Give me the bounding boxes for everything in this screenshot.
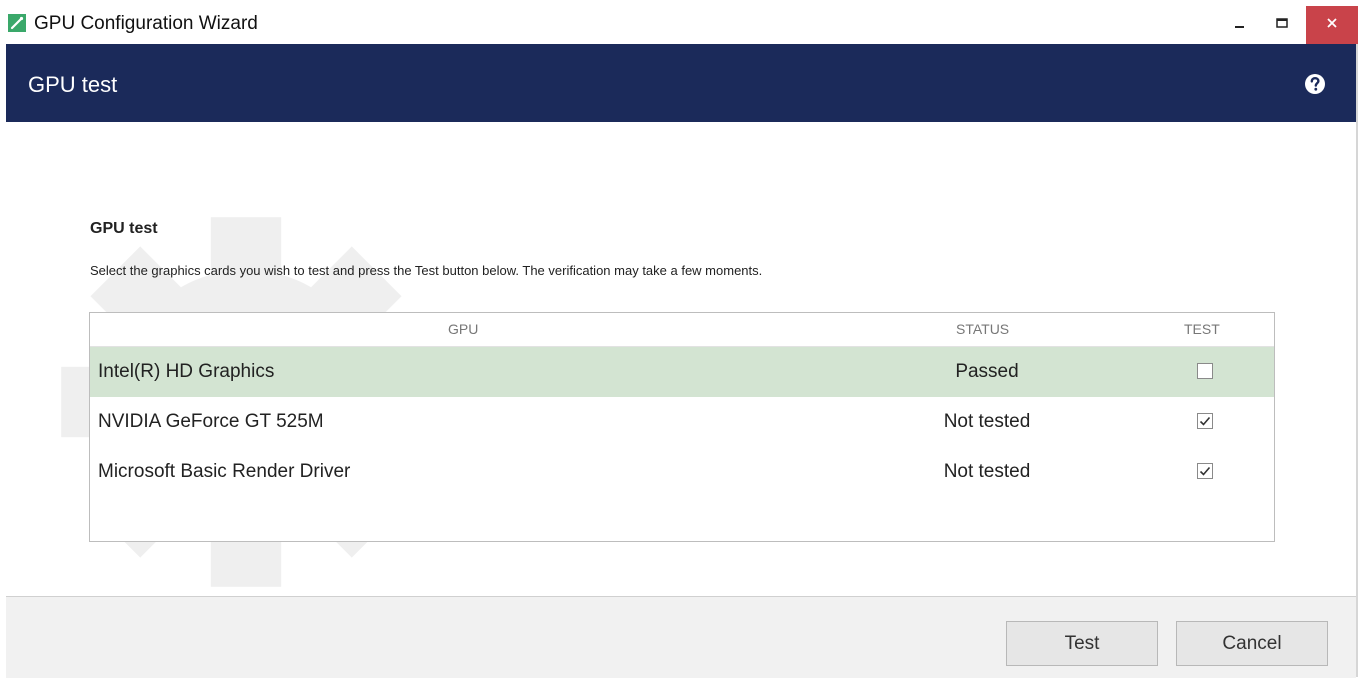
wizard-footer: Test Cancel <box>6 596 1356 678</box>
page-title: GPU test <box>28 72 118 97</box>
close-icon <box>1326 16 1338 34</box>
test-checkbox[interactable] <box>1197 413 1213 429</box>
maximize-button[interactable] <box>1260 6 1304 44</box>
table-row[interactable]: NVIDIA GeForce GT 525M Not tested <box>90 397 1274 447</box>
table-row[interactable]: Intel(R) HD Graphics Passed <box>90 347 1274 397</box>
wizard-app-icon <box>8 14 26 32</box>
window-title: GPU Configuration Wizard <box>34 13 258 34</box>
help-icon[interactable] <box>1304 73 1326 95</box>
minimize-icon <box>1234 16 1246 34</box>
wizard-content: GPU test Select the graphics cards you w… <box>6 122 1356 596</box>
column-header-status: STATUS <box>956 321 1010 337</box>
test-checkbox[interactable] <box>1197 463 1213 479</box>
title-bar[interactable]: GPU Configuration Wizard <box>0 0 1364 44</box>
section-title: GPU test <box>90 220 158 237</box>
table-header: GPU STATUS TEST <box>90 313 1274 347</box>
test-checkbox[interactable] <box>1197 363 1213 379</box>
wizard-header: GPU test <box>6 44 1358 122</box>
column-header-test: TEST <box>1184 321 1220 337</box>
checkmark-icon <box>1199 416 1211 426</box>
test-button[interactable]: Test <box>1006 621 1158 666</box>
gpu-status: Passed <box>955 361 1019 382</box>
window-border <box>1356 44 1358 677</box>
column-header-gpu: GPU <box>448 321 479 337</box>
gpu-name: NVIDIA GeForce GT 525M <box>98 411 324 432</box>
section-description: Select the graphics cards you wish to te… <box>90 263 763 278</box>
wizard-window: GPU Configuration Wizard GPU test GPU te… <box>0 0 1364 678</box>
table-row[interactable]: Microsoft Basic Render Driver Not tested <box>90 447 1274 497</box>
gpu-status: Not tested <box>943 411 1031 432</box>
gpu-name: Microsoft Basic Render Driver <box>98 461 351 482</box>
checkmark-icon <box>1199 466 1211 476</box>
cancel-button[interactable]: Cancel <box>1176 621 1328 666</box>
close-button[interactable] <box>1306 6 1358 44</box>
gpu-table: GPU STATUS TEST Intel(R) HD Graphics Pas… <box>89 312 1275 542</box>
minimize-button[interactable] <box>1218 6 1262 44</box>
maximize-icon <box>1276 16 1288 34</box>
gpu-name: Intel(R) HD Graphics <box>98 361 275 382</box>
gpu-status: Not tested <box>943 461 1031 482</box>
